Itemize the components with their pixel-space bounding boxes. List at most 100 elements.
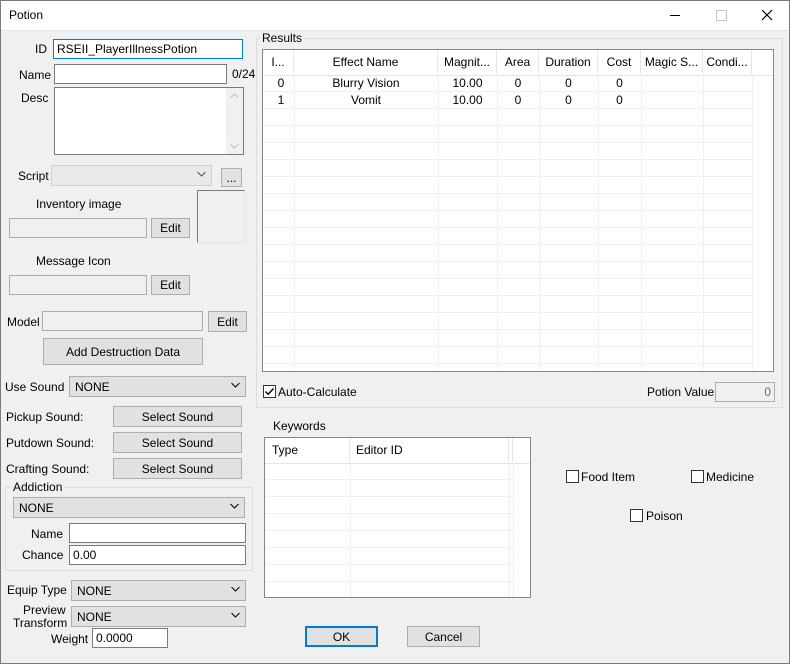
food-item-label[interactable]: Food Item	[581, 470, 635, 484]
cell-effect-name: Blurry Vision	[332, 76, 400, 90]
preview-transform-value: NONE	[77, 610, 112, 624]
preview-transform-select[interactable]: NONE	[71, 606, 246, 627]
equip-type-select[interactable]: NONE	[71, 580, 246, 601]
cell-effect-name: Vomit	[350, 93, 381, 107]
inventory-image-preview	[197, 190, 245, 243]
effects-header: I... Effect Name Magnit... Area Duration…	[263, 50, 773, 76]
keywords-header: Type Editor ID	[265, 438, 530, 464]
message-icon-field[interactable]	[9, 275, 147, 295]
scroll-up-icon[interactable]	[230, 93, 239, 99]
column-header-cost[interactable]: Cost	[598, 50, 641, 74]
maximize-button	[698, 0, 744, 30]
putdown-sound-label: Putdown Sound:	[6, 436, 95, 450]
column-header-magic-school[interactable]: Magic S...	[641, 50, 703, 74]
inventory-image-field[interactable]	[9, 218, 147, 238]
potion-value-label: Potion Value	[647, 385, 715, 399]
inventory-image-label: Inventory image	[36, 197, 122, 211]
use-sound-select[interactable]: NONE	[69, 376, 246, 397]
medicine-checkbox[interactable]	[691, 470, 704, 483]
id-field[interactable]: RSEII_PlayerIllnessPotion	[53, 39, 243, 59]
addiction-chance-field[interactable]: 0.00	[69, 545, 246, 565]
poison-label[interactable]: Poison	[646, 509, 683, 523]
model-label: Model	[7, 315, 40, 329]
column-header-editor-id[interactable]: Editor ID	[350, 438, 509, 462]
addiction-chance-label: Chance	[22, 548, 64, 562]
scroll-down-icon[interactable]	[230, 143, 239, 149]
column-header-effect-name[interactable]: Effect Name	[294, 50, 438, 74]
ok-button[interactable]: OK	[305, 626, 378, 647]
cell-area: 0	[514, 76, 522, 90]
message-icon-edit-button[interactable]: Edit	[151, 275, 190, 295]
table-row[interactable]: 0 Blurry Vision 10.00 0 0 0	[263, 75, 752, 92]
inventory-image-edit-button[interactable]: Edit	[151, 218, 190, 238]
minimize-button[interactable]	[652, 0, 698, 30]
id-label: ID	[35, 42, 47, 56]
table-row[interactable]: 1 Vomit 10.00 0 0 0	[263, 92, 752, 109]
effects-list[interactable]: I... Effect Name Magnit... Area Duration…	[262, 49, 774, 372]
food-item-checkbox[interactable]	[566, 470, 579, 483]
cell-conditions	[703, 75, 752, 92]
weight-field[interactable]: 0.0000	[92, 628, 168, 648]
weight-label: Weight	[51, 632, 89, 646]
pickup-sound-button[interactable]: Select Sound	[113, 406, 242, 427]
poison-checkbox[interactable]	[630, 509, 643, 522]
desc-textarea[interactable]	[54, 87, 244, 155]
model-field[interactable]	[42, 311, 203, 331]
column-header-conditions[interactable]: Condi...	[703, 50, 752, 74]
cell-magic-school	[641, 75, 703, 92]
addiction-name-label: Name	[31, 527, 64, 541]
cell-magic-school	[641, 92, 703, 109]
cell-conditions	[703, 92, 752, 109]
chevron-down-icon	[197, 171, 206, 177]
script-browse-button[interactable]: ...	[221, 168, 242, 187]
equip-type-value: NONE	[77, 584, 112, 598]
cell-area: 0	[514, 93, 522, 107]
name-field[interactable]	[54, 64, 227, 84]
script-label: Script	[18, 169, 49, 183]
window-title: Potion	[9, 8, 44, 22]
script-select[interactable]	[51, 165, 212, 186]
chevron-down-icon	[231, 586, 240, 592]
addiction-group-title: Addiction	[11, 480, 65, 494]
message-icon-label: Message Icon	[36, 254, 111, 268]
name-counter: 0/24	[232, 67, 256, 81]
preview-transform-label-line2: Transform	[13, 616, 68, 630]
close-icon	[761, 9, 773, 21]
keywords-list[interactable]: Type Editor ID	[264, 437, 531, 598]
minimize-icon	[670, 14, 680, 16]
addiction-name-field[interactable]	[69, 523, 246, 543]
use-sound-label: Use Sound	[5, 380, 65, 394]
potion-value-field[interactable]: 0	[715, 382, 775, 402]
cell-magnitude: 10.00	[452, 76, 483, 90]
column-header-magnitude[interactable]: Magnit...	[438, 50, 497, 74]
column-header-area[interactable]: Area	[497, 50, 539, 74]
cell-cost: 0	[616, 93, 623, 107]
crafting-sound-label: Crafting Sound:	[6, 462, 90, 476]
cell-cost: 0	[616, 76, 623, 90]
preview-transform-label-line1: Preview	[23, 603, 66, 617]
crafting-sound-button[interactable]: Select Sound	[113, 458, 242, 479]
desc-scrollbar[interactable]	[226, 88, 243, 154]
name-label: Name	[19, 68, 52, 82]
auto-calculate-checkbox[interactable]	[263, 385, 276, 398]
auto-calculate-label[interactable]: Auto-Calculate	[278, 385, 357, 399]
pickup-sound-label: Pickup Sound:	[6, 410, 84, 424]
column-header-type[interactable]: Type	[265, 438, 350, 462]
close-button[interactable]	[744, 0, 790, 30]
maximize-icon	[715, 9, 727, 21]
column-header-duration[interactable]: Duration	[539, 50, 598, 74]
cancel-button[interactable]: Cancel	[407, 626, 480, 647]
putdown-sound-button[interactable]: Select Sound	[113, 432, 242, 453]
desc-label: Desc	[21, 91, 49, 105]
model-edit-button[interactable]: Edit	[208, 311, 247, 332]
addiction-select[interactable]: NONE	[13, 497, 245, 518]
chevron-down-icon	[230, 503, 239, 509]
checkmark-icon	[265, 388, 275, 396]
cell-magnitude: 10.00	[452, 93, 483, 107]
cell-duration: 0	[565, 93, 572, 107]
add-destruction-data-button[interactable]: Add Destruction Data	[43, 338, 203, 365]
keywords-label: Keywords	[273, 419, 326, 433]
addiction-value: NONE	[19, 501, 54, 515]
column-header-index[interactable]: I...	[263, 50, 294, 74]
medicine-label[interactable]: Medicine	[706, 470, 754, 484]
